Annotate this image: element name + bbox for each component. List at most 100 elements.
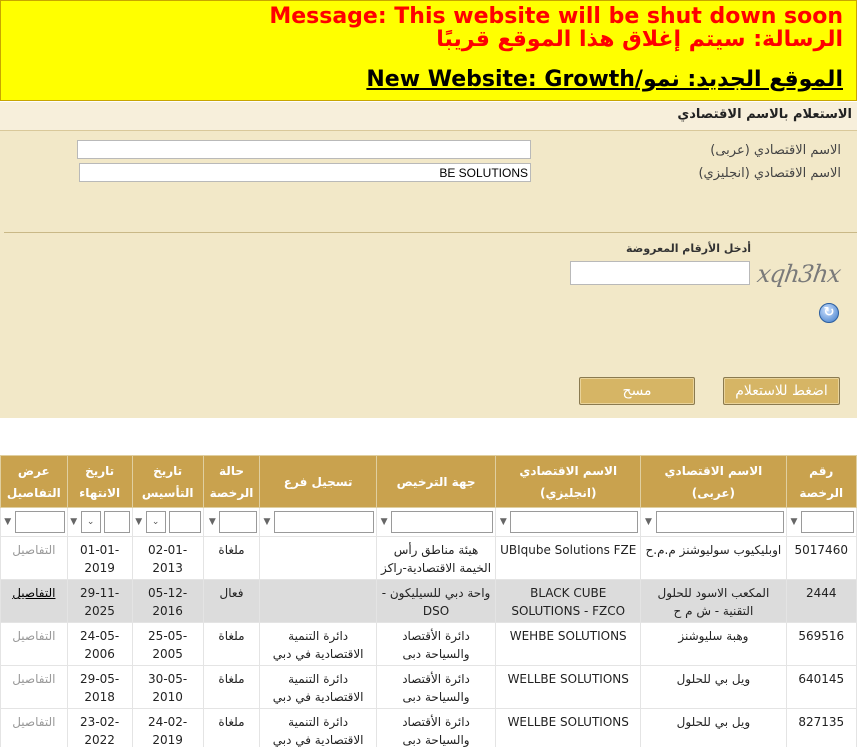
results-table-container: رقم الرخصة الاسم الاقتصادي (عربى) الاسم …	[0, 455, 857, 747]
cell-established: 05-12-2016	[131, 579, 204, 623]
arabic-name-input[interactable]	[77, 140, 531, 159]
filter-dropdown-established[interactable]: ⌄	[145, 511, 166, 533]
filter-input-authority[interactable]	[391, 511, 494, 533]
filter-input-name-arabic[interactable]	[655, 511, 784, 533]
filter-input-license[interactable]	[801, 511, 854, 533]
table-row[interactable]: 569516 وهبة سليوشنز WEHBE SOLUTIONS دائرة ا…	[0, 622, 857, 666]
cell-details-link[interactable]: التفاصيل	[0, 708, 68, 747]
banner-new-website-link[interactable]: الموقع الجديد: نمو/New Website: Growth	[366, 67, 843, 92]
cell-license-number: 2444	[785, 579, 857, 623]
filter-input-details[interactable]	[14, 511, 65, 533]
cell-expiry: 29-11-2025	[66, 579, 133, 623]
shutdown-banner: Message: This website will be shut down …	[0, 0, 857, 101]
column-header-authority[interactable]: جهة الترخيص	[375, 455, 497, 508]
cell-branch: دائرة التنمية الاقتصادية في دبي	[259, 665, 377, 709]
cell-name-arabic: المكعب الاسود للحلول التقنية - ش م ح	[640, 579, 787, 623]
cell-status: فعال	[202, 579, 261, 623]
cell-expiry: 23-02-2022	[66, 708, 133, 747]
table-row[interactable]: 2444 المكعب الاسود للحلول التقنية - ش م ح…	[0, 579, 857, 623]
cell-name-arabic: ويل بي للحلول	[640, 708, 787, 747]
banner-message-english: Message: This website will be shut down …	[269, 4, 843, 29]
results-table: رقم الرخصة الاسم الاقتصادي (عربى) الاسم …	[0, 455, 857, 747]
column-header-name-english[interactable]: الاسم الاقتصادي (انجليزي)	[495, 455, 642, 508]
cell-license-number: 640145	[785, 665, 857, 709]
search-button[interactable]: اضغط للاستعلام	[723, 377, 840, 405]
column-header-status[interactable]: حالة الرخصة	[202, 455, 261, 508]
cell-expiry: 29-05-2018	[66, 665, 133, 709]
column-header-license-number[interactable]: رقم الرخصة	[785, 455, 857, 508]
column-header-expiry[interactable]: تاريخ الانتهاء	[66, 455, 133, 508]
cell-license-number: 5017460	[785, 536, 857, 580]
captcha-label: أدخل الأرقام المعروضة	[626, 242, 751, 255]
filter-icon[interactable]: ▼	[70, 517, 78, 527]
banner-message-arabic: الرسالة: سيتم إغلاق هذا الموقع قريبًا	[436, 27, 843, 52]
table-row[interactable]: 827135 ويل بي للحلول WELLBE SOLUTIONS دائرة…	[0, 708, 857, 747]
cell-name-english: WELLBE SOLUTIONS	[495, 665, 642, 709]
cell-license-number: 569516	[785, 622, 857, 666]
filter-icon[interactable]: ▼	[499, 517, 507, 527]
divider	[4, 232, 857, 233]
cell-name-arabic: ويل بي للحلول	[640, 665, 787, 709]
column-header-branch[interactable]: تسجيل فرع	[259, 455, 377, 508]
filter-input-branch[interactable]	[273, 511, 374, 533]
clear-button[interactable]: مسح	[579, 377, 695, 405]
english-name-input[interactable]	[79, 163, 531, 182]
cell-branch: دائرة التنمية الاقتصادية في دبي	[259, 622, 377, 666]
filter-icon[interactable]: ▼	[208, 517, 216, 527]
cell-details-link[interactable]: التفاصيل	[0, 622, 68, 666]
column-header-details: عرض التفاصيل	[0, 455, 68, 508]
cell-expiry: 01-01-2019	[66, 536, 133, 580]
cell-established: 25-05-2005	[131, 622, 204, 666]
cell-established: 30-05-2010	[131, 665, 204, 709]
cell-branch	[259, 536, 377, 580]
arabic-name-label: الاسم الاقتصادي (عربى)	[710, 143, 841, 158]
cell-details-link[interactable]: التفاصيل	[0, 665, 68, 709]
cell-authority: دائرة الأقتصاد والسياحة دبى	[375, 665, 497, 709]
filter-icon[interactable]: ▼	[135, 517, 143, 527]
filter-row: ▼ ▼ ▼ ▼ ▼ ▼ ▼ ⌄ ▼ ⌄ ▼	[0, 507, 857, 537]
filter-icon[interactable]: ▼	[263, 517, 271, 527]
cell-details-link[interactable]: التفاصيل	[0, 536, 68, 580]
filter-icon[interactable]: ▼	[645, 517, 653, 527]
cell-name-arabic: اوبليكيوب سوليوشنز م.م.ح	[640, 536, 787, 580]
panel-title: الاستعلام بالاسم الاقتصادي	[0, 102, 857, 131]
filter-dropdown-expiry[interactable]: ⌄	[80, 511, 101, 533]
cell-status: ملغاة	[202, 536, 261, 580]
cell-branch: دائرة التنمية الاقتصادية في دبي	[259, 708, 377, 747]
filter-input-status[interactable]	[219, 511, 258, 533]
captcha-image: xqh3hx	[755, 260, 843, 288]
cell-branch	[259, 579, 377, 623]
table-header-row: رقم الرخصة الاسم الاقتصادي (عربى) الاسم …	[0, 455, 857, 508]
filter-icon[interactable]: ▼	[4, 517, 12, 527]
cell-status: ملغاة	[202, 622, 261, 666]
filter-input-established[interactable]	[168, 511, 201, 533]
cell-authority: دائرة الأقتصاد والسياحة دبى	[375, 708, 497, 747]
table-row[interactable]: 5017460 اوبليكيوب سوليوشنز م.م.ح UBIqube S…	[0, 536, 857, 580]
cell-authority: واحة دبي للسيليكون - DSO	[375, 579, 497, 623]
captcha-input[interactable]	[570, 261, 750, 285]
english-name-label: الاسم الاقتصادي (انجليزي)	[698, 166, 841, 181]
search-panel: الاستعلام بالاسم الاقتصادي الاسم الاقتصا…	[0, 102, 857, 418]
cell-name-english: UBIqube Solutions FZE	[495, 536, 642, 580]
filter-icon[interactable]: ▼	[790, 517, 798, 527]
cell-name-english: BLACK CUBE SOLUTIONS - FZCO	[495, 579, 642, 623]
cell-name-arabic: وهبة سليوشنز	[640, 622, 787, 666]
column-header-established[interactable]: تاريخ التأسيس	[131, 455, 204, 508]
cell-status: ملغاة	[202, 708, 261, 747]
cell-authority: هيئة مناطق رأس الخيمة الاقتصادية-راكز	[375, 536, 497, 580]
cell-established: 02-01-2013	[131, 536, 204, 580]
cell-expiry: 24-05-2006	[66, 622, 133, 666]
column-header-name-arabic[interactable]: الاسم الاقتصادي (عربى)	[640, 455, 787, 508]
refresh-captcha-icon[interactable]: ↻	[819, 303, 839, 323]
cell-status: ملغاة	[202, 665, 261, 709]
table-row[interactable]: 640145 ويل بي للحلول WELLBE SOLUTIONS دائرة…	[0, 665, 857, 709]
filter-icon[interactable]: ▼	[380, 517, 388, 527]
cell-license-number: 827135	[785, 708, 857, 747]
filter-input-name-english[interactable]	[510, 511, 639, 533]
cell-name-english: WEHBE SOLUTIONS	[495, 622, 642, 666]
cell-established: 24-02-2019	[131, 708, 204, 747]
filter-input-expiry[interactable]	[103, 511, 130, 533]
cell-details-link[interactable]: التفاصيل	[0, 579, 68, 623]
cell-authority: دائرة الأقتصاد والسياحة دبى	[375, 622, 497, 666]
cell-name-english: WELLBE SOLUTIONS	[495, 708, 642, 747]
